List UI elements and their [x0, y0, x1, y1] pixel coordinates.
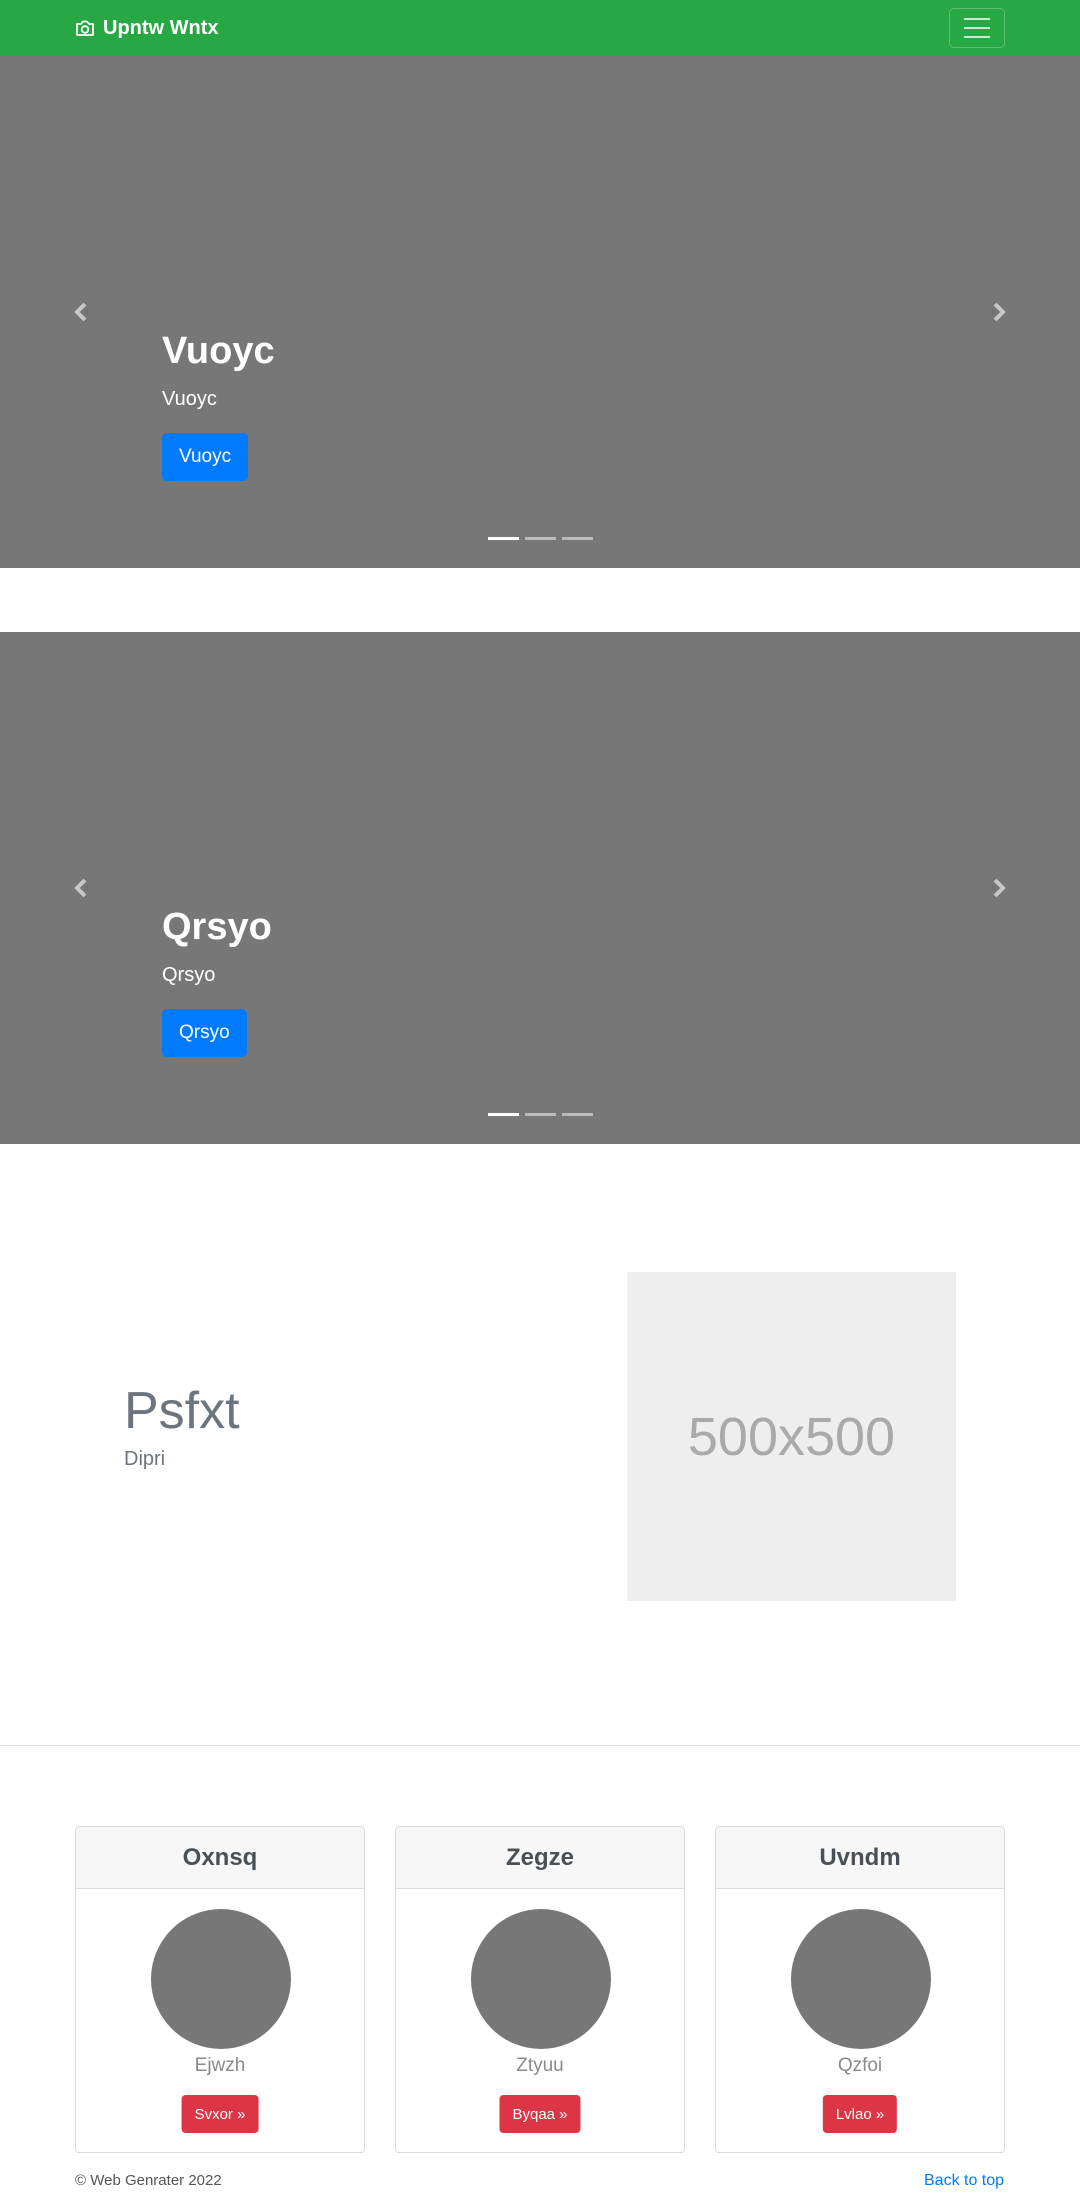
brand-name: Upntw Wntx: [103, 16, 219, 39]
carousel-indicator-1[interactable]: [488, 537, 519, 540]
card-button[interactable]: Byqaa »: [499, 2095, 581, 2133]
menu-toggle-button[interactable]: [949, 8, 1005, 48]
carousel-prev-icon[interactable]: [70, 300, 94, 324]
card-button[interactable]: Lvlao »: [822, 2095, 898, 2133]
card-header: Zegze: [396, 1827, 684, 1889]
carousel-prev-icon[interactable]: [70, 876, 94, 900]
carousel-next-icon[interactable]: [986, 300, 1010, 324]
carousel-indicator-2[interactable]: [525, 537, 556, 540]
card-name: Ztyuu: [516, 2055, 564, 2076]
avatar: [151, 1909, 291, 2049]
card-name: Qzfoi: [837, 2055, 883, 2076]
carousel-caption-subtitle: Vuoyc: [162, 388, 217, 410]
brand-link[interactable]: Upntw Wntx: [75, 14, 219, 42]
back-to-top-link[interactable]: Back to top: [924, 2172, 1004, 2190]
card-button[interactable]: Svxor »: [181, 2095, 259, 2133]
footer-copyright: © Web Genrater 2022: [75, 2172, 222, 2189]
section-divider: [0, 1745, 1080, 1746]
feature-heading: Psfxt: [124, 1382, 240, 1440]
card-header: Uvndm: [716, 1827, 1004, 1889]
carousel-caption-button[interactable]: Qrsyo: [162, 1009, 247, 1057]
navbar: Upntw Wntx: [0, 0, 1080, 56]
profile-card: Uvndm Qzfoi Lvlao »: [715, 1826, 1005, 2153]
carousel-indicators: [488, 537, 593, 540]
carousel-caption-title: Vuoyc: [162, 330, 275, 372]
carousel-next-icon[interactable]: [986, 876, 1010, 900]
avatar: [791, 1909, 931, 2049]
card-name: Ejwzh: [194, 2055, 246, 2076]
camera-icon: [76, 20, 94, 36]
profile-card: Oxnsq Ejwzh Svxor »: [75, 1826, 365, 2153]
carousel-indicator-3[interactable]: [562, 1113, 593, 1116]
feature-lead: Dipri: [124, 1448, 166, 1470]
avatar: [471, 1909, 611, 2049]
carousel-caption-button[interactable]: Vuoyc: [162, 433, 249, 481]
carousel-indicator-3[interactable]: [562, 537, 593, 540]
carousel-indicator-1[interactable]: [488, 1113, 519, 1116]
carousel-caption-subtitle: Qrsyo: [162, 964, 216, 986]
placeholder-label: 500x500: [687, 1406, 896, 1467]
carousel-indicators: [488, 1113, 593, 1116]
hamburger-menu-icon: [964, 18, 990, 20]
hero-carousel-1: Vuoyc Vuoyc Vuoyc: [0, 56, 1080, 568]
hero-carousel-2: Qrsyo Qrsyo Qrsyo: [0, 632, 1080, 1144]
feature-image-placeholder: 500x500: [627, 1272, 956, 1601]
carousel-indicator-2[interactable]: [525, 1113, 556, 1116]
profile-card: Zegze Ztyuu Byqaa »: [395, 1826, 685, 2153]
card-header: Oxnsq: [76, 1827, 364, 1889]
carousel-caption-title: Qrsyo: [162, 906, 272, 948]
